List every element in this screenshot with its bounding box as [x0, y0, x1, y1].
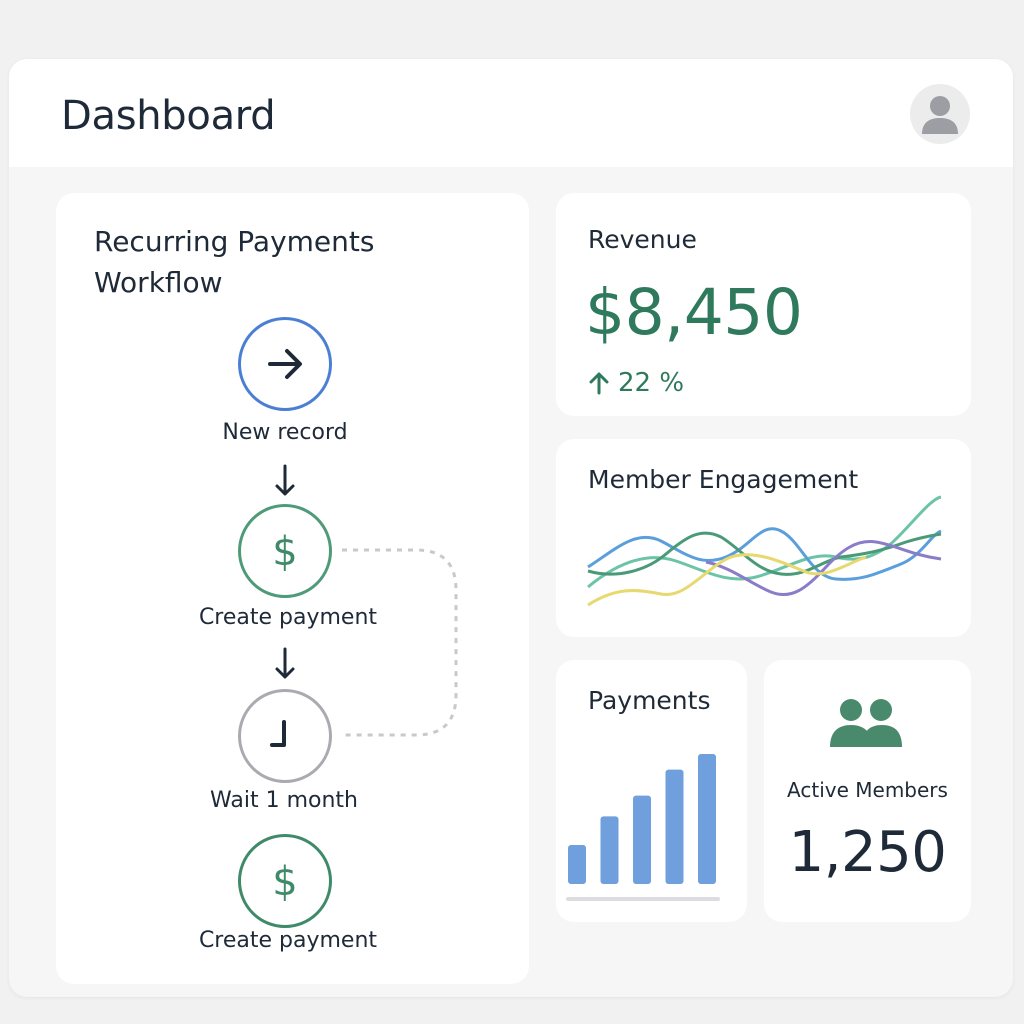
- arrow-up-icon: [589, 372, 609, 395]
- step-wait[interactable]: [238, 689, 332, 783]
- payments-bar: [568, 845, 586, 884]
- user-avatar-icon[interactable]: [910, 84, 970, 144]
- step-label-create-payment: Create payment: [198, 605, 378, 630]
- payments-bar: [665, 769, 684, 884]
- payments-bar: [600, 816, 619, 884]
- dashboard-window: Dashboard Recurring Payments Workflow Ne…: [9, 59, 1013, 997]
- step-label-create-payment-2: Create payment: [198, 928, 378, 953]
- engagement-chart: [587, 495, 942, 607]
- step-create-payment-2[interactable]: $: [238, 834, 332, 928]
- step-new-record[interactable]: [238, 317, 332, 411]
- revenue-card[interactable]: Revenue $8,450 22 %: [556, 193, 971, 416]
- step-label-wait: Wait 1 month: [210, 788, 358, 813]
- revenue-title: Revenue: [588, 225, 697, 254]
- dollar-icon: $: [272, 529, 297, 575]
- engagement-line-teal: [587, 495, 942, 589]
- revenue-change-value: 22 %: [618, 368, 685, 398]
- payments-card[interactable]: Payments: [556, 660, 747, 922]
- payments-bar: [698, 754, 716, 884]
- svg-text:$: $: [272, 529, 297, 575]
- revenue-change: 22 %: [588, 368, 684, 398]
- arrow-down-icon: [275, 464, 295, 496]
- payments-bar: [633, 795, 651, 884]
- active-members-value: 1,250: [788, 820, 947, 885]
- members-icon: [830, 699, 902, 747]
- payments-chart: [566, 754, 720, 901]
- engagement-card[interactable]: Member Engagement: [556, 439, 971, 637]
- engagement-line-blue: [587, 527, 942, 581]
- clock-icon: [270, 720, 286, 747]
- arrow-down-icon: [275, 647, 295, 679]
- active-members-label: Active Members: [787, 778, 948, 802]
- step-label-new-record: New record: [222, 420, 348, 445]
- page-title: Dashboard: [61, 93, 276, 139]
- workflow-card: Recurring Payments Workflow New record $…: [56, 193, 529, 984]
- revenue-value: $8,450: [585, 276, 803, 349]
- header: Dashboard: [9, 59, 1013, 167]
- members-card[interactable]: Active Members 1,250: [764, 660, 971, 922]
- dollar-icon: $: [272, 859, 297, 905]
- svg-text:$: $: [272, 859, 297, 905]
- arrow-right-icon: [268, 349, 302, 379]
- step-create-payment[interactable]: $: [238, 504, 332, 598]
